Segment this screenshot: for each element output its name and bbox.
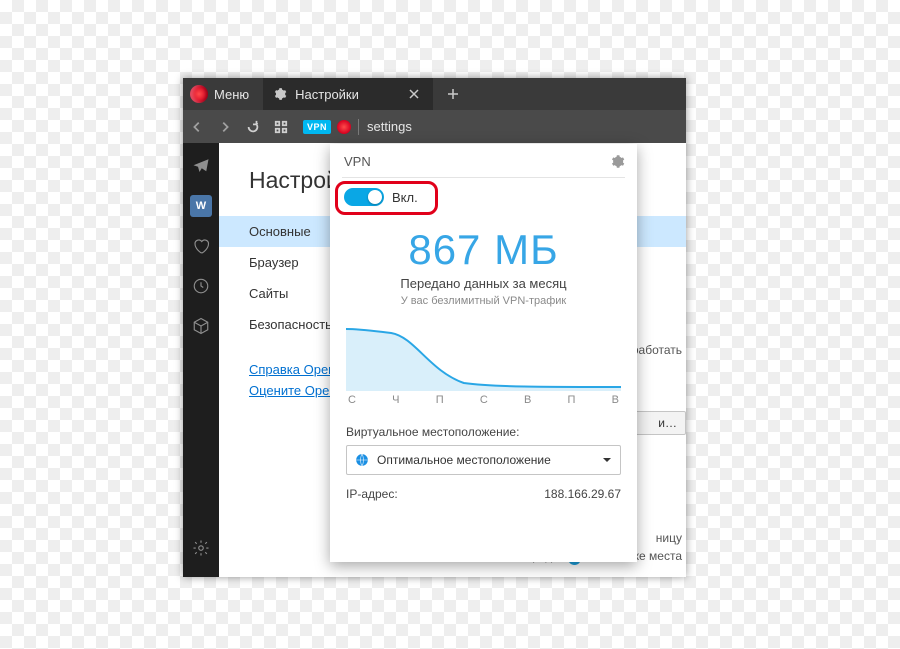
titlebar: Меню Настройки — [183, 78, 686, 110]
tab-label: Настройки — [295, 87, 359, 102]
speed-dial-button[interactable] — [267, 110, 295, 143]
vpn-location-label: Виртуальное местоположение: — [346, 425, 621, 439]
vpn-data-subcaption: У вас безлимитный VPN-трафик — [330, 295, 637, 307]
back-button[interactable] — [183, 110, 211, 143]
forward-button[interactable] — [211, 110, 239, 143]
gear-icon — [273, 87, 287, 101]
chart-tick: П — [436, 394, 444, 406]
chart-tick: В — [612, 394, 619, 406]
address-text[interactable]: settings — [367, 119, 412, 134]
new-tab-button[interactable] — [447, 88, 459, 100]
chart-tick: В — [524, 394, 531, 406]
vpn-panel: VPN Вкл. 867 МБ Передано данных за месяц… — [330, 144, 637, 562]
vpn-location-value: Оптимальное местоположение — [377, 453, 551, 467]
sidebar: W — [183, 143, 219, 577]
divider — [358, 119, 359, 135]
vpn-ip-value: 188.166.29.67 — [544, 487, 621, 501]
sidebar-telegram[interactable] — [190, 155, 212, 177]
vpn-data-caption: Передано данных за месяц — [330, 276, 637, 291]
vpn-location-select[interactable]: Оптимальное местоположение — [346, 445, 621, 475]
address-bar: VPN settings — [183, 110, 686, 143]
reload-button[interactable] — [239, 110, 267, 143]
opera-icon — [337, 120, 351, 134]
vpn-toggle[interactable] — [344, 188, 384, 206]
chart-tick: С — [480, 394, 488, 406]
vpn-data-amount: 867 МБ — [330, 226, 637, 274]
sidebar-heart[interactable] — [190, 235, 212, 257]
gear-icon[interactable] — [610, 154, 625, 169]
sidebar-vk[interactable]: W — [190, 195, 212, 217]
sidebar-settings[interactable] — [190, 537, 212, 559]
chart-tick: С — [348, 394, 356, 406]
menu-button[interactable]: Меню — [214, 87, 249, 102]
chart-tick: Ч — [392, 394, 399, 406]
vpn-ip-label: IP-адрес: — [346, 487, 398, 501]
opera-logo-icon — [190, 85, 208, 103]
sidebar-clock[interactable] — [190, 275, 212, 297]
globe-icon — [355, 453, 369, 467]
partial-text: ницу — [656, 531, 682, 545]
caret-down-icon — [602, 455, 612, 465]
vpn-badge[interactable]: VPN — [303, 120, 331, 134]
partial-button[interactable]: и… — [635, 411, 686, 435]
browser-window: Меню Настройки VPN settings W — [183, 78, 686, 577]
tab-settings[interactable]: Настройки — [263, 78, 433, 110]
vpn-panel-title: VPN — [344, 154, 610, 169]
partial-text: работать — [632, 343, 682, 357]
vpn-toggle-label: Вкл. — [392, 190, 418, 205]
close-icon[interactable] — [409, 89, 419, 99]
sidebar-cube[interactable] — [190, 315, 212, 337]
chart-tick: П — [568, 394, 576, 406]
vpn-usage-chart: С Ч П С В П В — [346, 321, 621, 407]
